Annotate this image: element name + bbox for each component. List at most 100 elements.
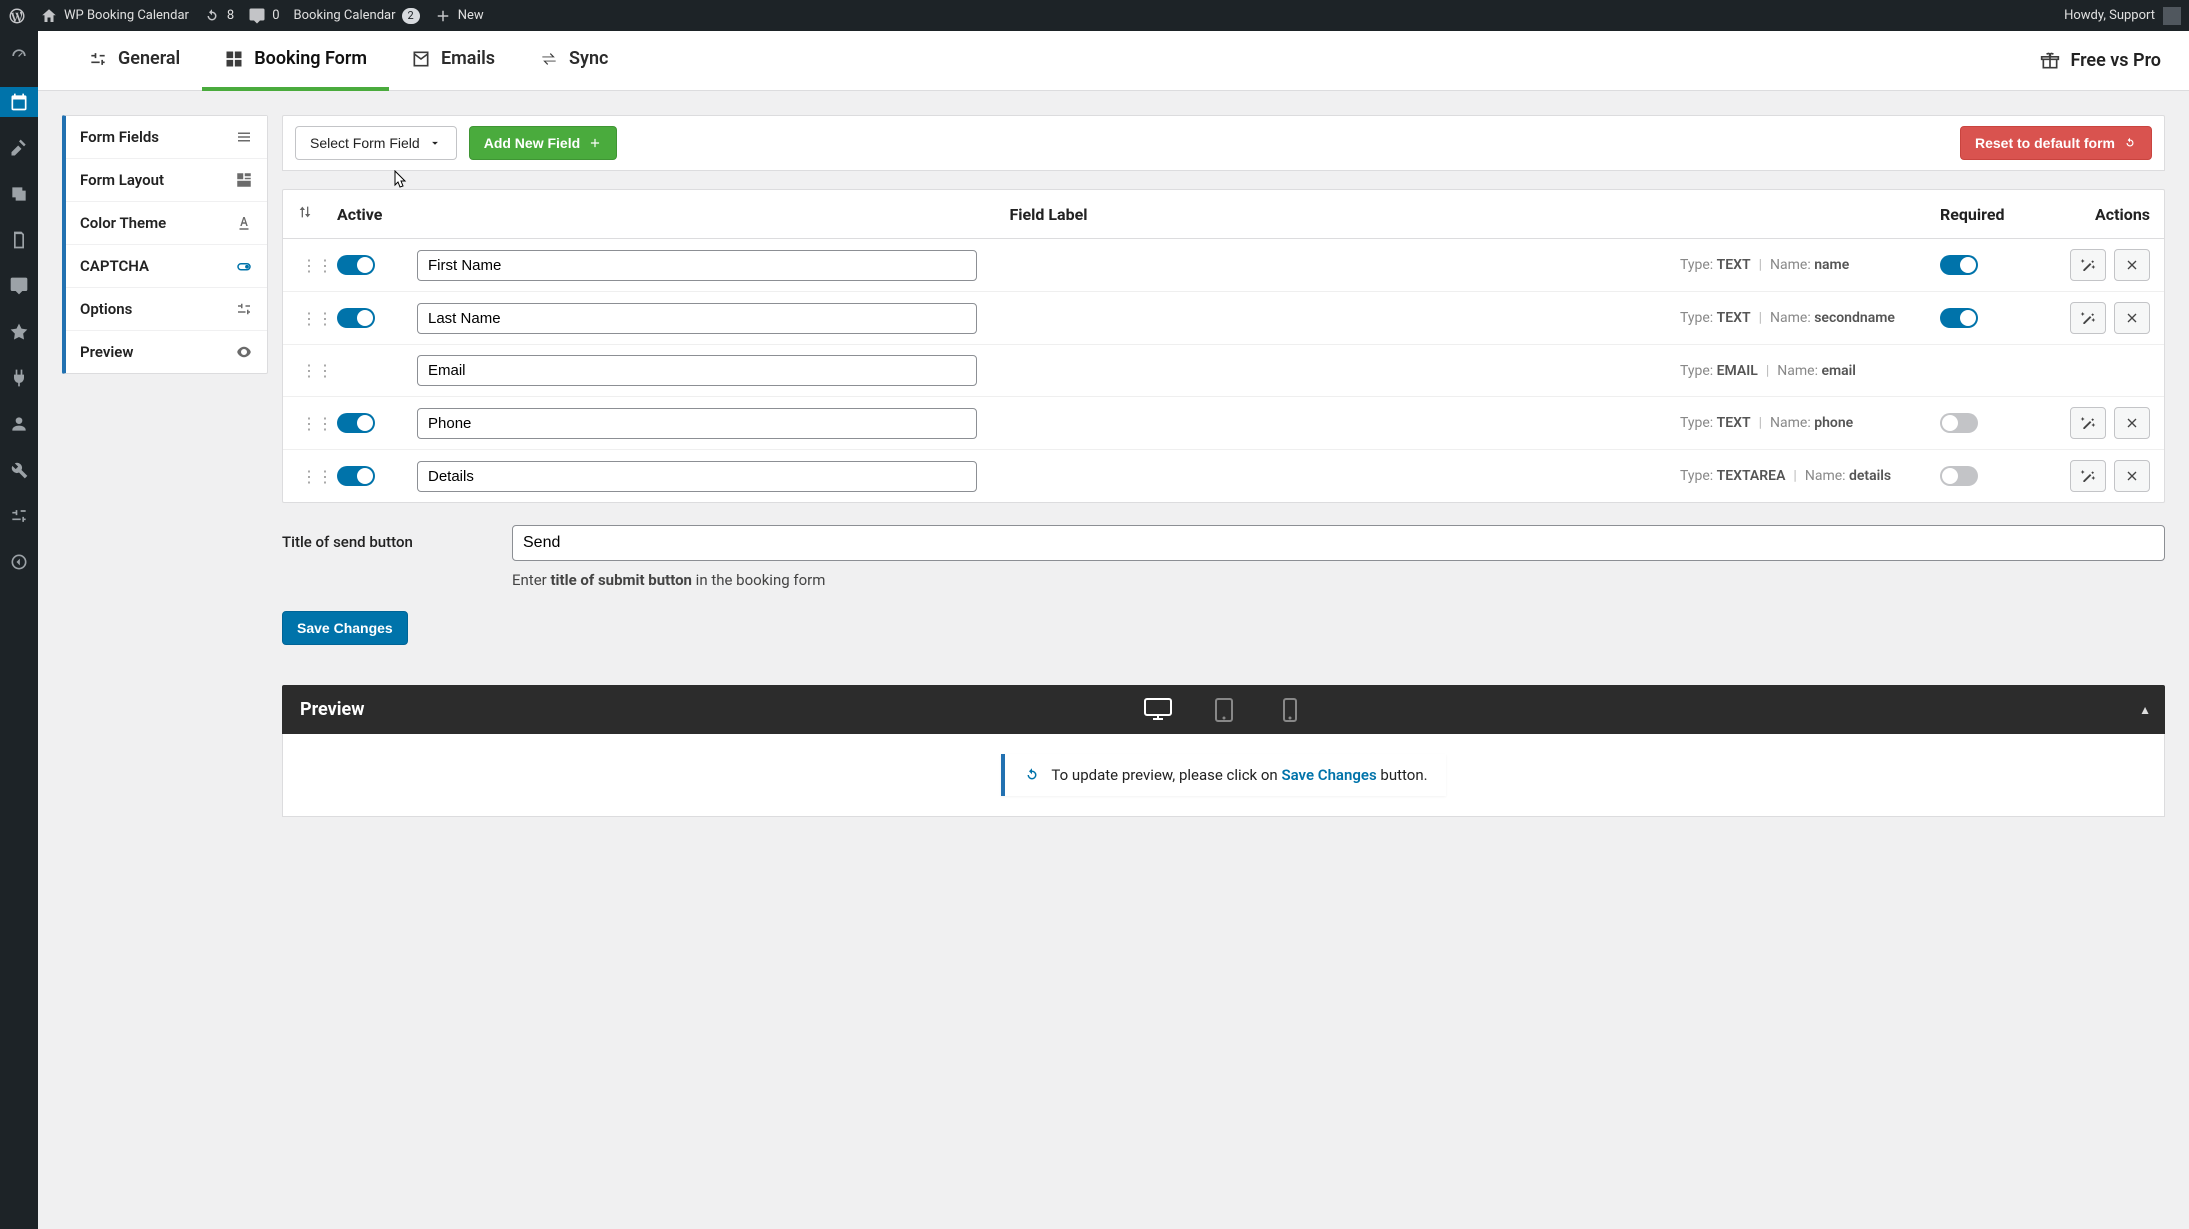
- fields-table: Active Field Label Required Actions ⋮⋮Ty…: [282, 189, 2165, 503]
- required-toggle[interactable]: [1940, 255, 1978, 275]
- menu-booking[interactable]: [0, 87, 38, 117]
- menu-settings[interactable]: [0, 501, 38, 531]
- new-link[interactable]: New: [434, 7, 484, 25]
- active-toggle[interactable]: [337, 413, 375, 433]
- sidenav-form-fields[interactable]: Form Fields: [66, 116, 267, 159]
- close-icon: [2124, 468, 2140, 484]
- drag-handle-icon[interactable]: ⋮⋮: [297, 256, 337, 275]
- send-button-label: Title of send button: [282, 525, 482, 551]
- preview-device-desktop[interactable]: [1138, 694, 1178, 726]
- preview-device-tablet[interactable]: [1204, 694, 1244, 726]
- wand-icon: [2080, 468, 2096, 484]
- drag-handle-icon[interactable]: ⋮⋮: [297, 309, 337, 328]
- preview-title: Preview: [300, 699, 364, 720]
- menu-media[interactable]: [0, 179, 38, 209]
- sort-icon[interactable]: [297, 204, 337, 224]
- drag-handle-icon[interactable]: ⋮⋮: [297, 361, 337, 380]
- menu-dashboard[interactable]: [0, 41, 38, 71]
- save-changes-button[interactable]: Save Changes: [282, 611, 408, 645]
- preview-header: Preview ▲: [282, 685, 2165, 734]
- delete-button[interactable]: [2114, 249, 2150, 281]
- edit-button[interactable]: [2070, 249, 2106, 281]
- th-required: Required: [1940, 205, 2040, 224]
- reset-default-button[interactable]: Reset to default form: [1960, 126, 2152, 160]
- menu-pages[interactable]: [0, 225, 38, 255]
- tab-emails[interactable]: Emails: [389, 31, 517, 91]
- booking-calendar-link[interactable]: Booking Calendar 2: [294, 8, 420, 24]
- menu-collapse[interactable]: [0, 547, 38, 577]
- tab-sync[interactable]: Sync: [517, 31, 630, 91]
- delete-button[interactable]: [2114, 460, 2150, 492]
- sidenav-preview[interactable]: Preview: [66, 331, 267, 373]
- field-label-input[interactable]: [417, 461, 977, 492]
- sidenav-form-layout[interactable]: Form Layout: [66, 159, 267, 202]
- field-meta: Type: TEXT|Name: secondname: [1680, 310, 1940, 326]
- field-label-input[interactable]: [417, 250, 977, 281]
- mail-icon: [411, 49, 431, 69]
- sliders-icon: [88, 49, 108, 69]
- required-toggle[interactable]: [1940, 413, 1978, 433]
- sidenav-color-theme[interactable]: Color Theme: [66, 202, 267, 245]
- delete-button[interactable]: [2114, 302, 2150, 334]
- required-toggle[interactable]: [1940, 466, 1978, 486]
- tab-general[interactable]: General: [66, 31, 202, 91]
- sidenav-options[interactable]: Options: [66, 288, 267, 331]
- comments-count: 0: [272, 8, 279, 23]
- grid-icon: [224, 49, 244, 69]
- field-meta: Type: TEXT|Name: name: [1680, 257, 1940, 273]
- sidenav-captcha[interactable]: CAPTCHA: [66, 245, 267, 288]
- menu-plugins[interactable]: [0, 363, 38, 393]
- th-active: Active: [337, 205, 417, 224]
- comments[interactable]: 0: [248, 7, 279, 25]
- table-row: ⋮⋮ Type: TEXTAREA|Name: details: [283, 450, 2164, 502]
- required-toggle[interactable]: [1940, 308, 1978, 328]
- send-button-title-input[interactable]: [512, 525, 2165, 561]
- send-button-hint: Enter title of submit button in the book…: [512, 571, 2165, 589]
- wand-icon: [2080, 310, 2096, 326]
- menu-tools[interactable]: [0, 455, 38, 485]
- close-icon: [2124, 415, 2140, 431]
- field-meta: Type: EMAIL|Name: email: [1680, 363, 1940, 379]
- layout-icon: [235, 171, 253, 189]
- active-toggle[interactable]: [337, 466, 375, 486]
- preview-device-mobile[interactable]: [1270, 694, 1310, 726]
- menu-appearance[interactable]: [0, 317, 38, 347]
- sync-icon: [539, 49, 559, 69]
- site-home[interactable]: WP Booking Calendar: [40, 7, 189, 25]
- menu-comments[interactable]: [0, 271, 38, 301]
- field-meta: Type: TEXTAREA|Name: details: [1680, 468, 1940, 484]
- wand-icon: [2080, 415, 2096, 431]
- menu-users[interactable]: [0, 409, 38, 439]
- site-title: WP Booking Calendar: [64, 8, 189, 23]
- account-menu[interactable]: Howdy, Support: [2064, 7, 2181, 25]
- preview-save-link[interactable]: Save Changes: [1281, 766, 1376, 784]
- edit-button[interactable]: [2070, 407, 2106, 439]
- avatar: [2163, 7, 2181, 25]
- delete-button[interactable]: [2114, 407, 2150, 439]
- send-button-title-setting: Title of send button Enter title of subm…: [282, 525, 2165, 589]
- refresh-icon: [2123, 136, 2137, 150]
- edit-button[interactable]: [2070, 302, 2106, 334]
- edit-button[interactable]: [2070, 460, 2106, 492]
- add-new-field-button[interactable]: Add New Field: [469, 126, 617, 160]
- preview-collapse-toggle[interactable]: ▲: [2139, 703, 2151, 717]
- th-field-label: Field Label: [417, 205, 1680, 224]
- drag-handle-icon[interactable]: ⋮⋮: [297, 414, 337, 433]
- active-toggle[interactable]: [337, 308, 375, 328]
- field-label-input[interactable]: [417, 303, 977, 334]
- drag-handle-icon[interactable]: ⋮⋮: [297, 467, 337, 486]
- active-toggle[interactable]: [337, 255, 375, 275]
- free-vs-pro-link[interactable]: Free vs Pro: [2040, 50, 2161, 71]
- eye-icon: [235, 343, 253, 361]
- tab-booking-form[interactable]: Booking Form: [202, 31, 389, 91]
- updates[interactable]: 8: [203, 7, 234, 25]
- select-form-field-dropdown[interactable]: Select Form Field: [295, 126, 457, 160]
- field-label-input[interactable]: [417, 355, 977, 386]
- sliders-icon: [235, 300, 253, 318]
- preview-notice: To update preview, please click on Save …: [1001, 754, 1445, 796]
- menu-posts[interactable]: [0, 133, 38, 163]
- wp-logo[interactable]: [8, 7, 26, 25]
- wp-adminmenu: [0, 31, 38, 1229]
- field-label-input[interactable]: [417, 408, 977, 439]
- updates-count: 8: [227, 8, 234, 23]
